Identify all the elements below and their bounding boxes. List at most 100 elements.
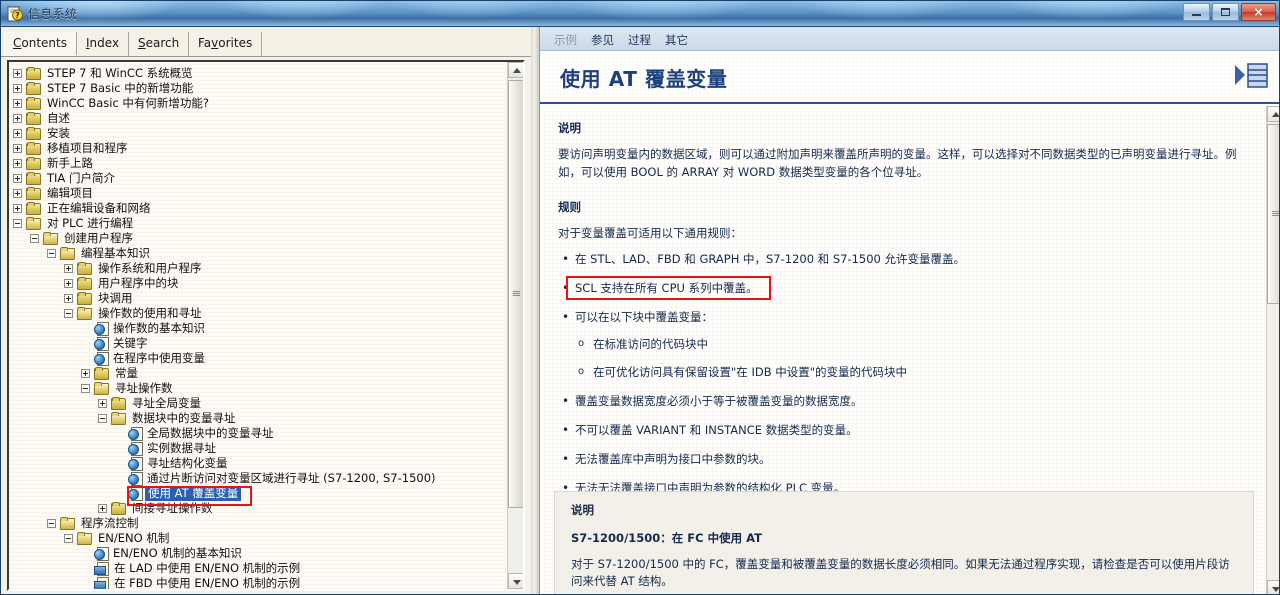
tab-index[interactable]: Index bbox=[77, 32, 130, 56]
close-button[interactable]: × bbox=[1241, 3, 1276, 21]
doc-scroll-down-button[interactable] bbox=[1267, 580, 1279, 594]
expand-node-icon[interactable] bbox=[13, 144, 22, 153]
tree-item[interactable]: 操作数的使用和寻址 bbox=[13, 306, 509, 321]
tree-item[interactable]: 自述 bbox=[13, 111, 509, 126]
tree-item[interactable]: 安装 bbox=[13, 126, 509, 141]
collapse-node-icon[interactable] bbox=[30, 234, 39, 243]
tree-item[interactable]: 操作数的基本知识 bbox=[13, 321, 509, 336]
tree-scroll-down-button[interactable] bbox=[508, 573, 523, 589]
tab-search[interactable]: Search bbox=[129, 32, 190, 56]
tree-item[interactable]: 寻址结构化变量 bbox=[13, 456, 509, 471]
tree-item[interactable]: 创建用户程序 bbox=[13, 231, 509, 246]
tree-item[interactable]: 程序流控制 bbox=[13, 516, 509, 531]
tree-item[interactable]: 数据块中的变量寻址 bbox=[13, 411, 509, 426]
tab-contents[interactable]: Contents bbox=[4, 32, 77, 56]
expand-node-icon[interactable] bbox=[64, 279, 73, 288]
doc-toolbar-link[interactable]: 示例 bbox=[554, 32, 577, 48]
tree-item[interactable]: 寻址操作数 bbox=[13, 381, 509, 396]
rule-item: 可以在以下块中覆盖变量： 在标准访问的代码块中在可优化访问具有保留设置"在 IDB… bbox=[558, 308, 1240, 382]
tree-item[interactable]: 间接寻址操作数 bbox=[13, 501, 509, 516]
tree-item[interactable]: 正在编辑设备和网络 bbox=[13, 201, 509, 216]
tree-item[interactable]: 全局数据块中的变量寻址 bbox=[13, 426, 509, 441]
tree-item[interactable]: WinCC Basic 中有何新增功能? bbox=[13, 96, 509, 111]
collapse-node-icon[interactable] bbox=[47, 519, 56, 528]
maximize-button[interactable] bbox=[1212, 3, 1239, 21]
expand-node-icon[interactable] bbox=[13, 114, 22, 123]
doc-scrollbar-thumb[interactable] bbox=[1267, 124, 1279, 304]
collapse-node-icon[interactable] bbox=[81, 384, 90, 393]
tree-item[interactable]: 新手上路 bbox=[13, 156, 509, 171]
tree-item-label: 实例数据寻址 bbox=[147, 441, 216, 455]
collapse-node-icon[interactable] bbox=[47, 249, 56, 258]
tree-item[interactable]: 在 FBD 中使用 EN/ENO 机制的示例 bbox=[13, 576, 509, 589]
tree-item[interactable]: 寻址全局变量 bbox=[13, 396, 509, 411]
topic-icon bbox=[128, 472, 143, 486]
doc-toolbar-link[interactable]: 参见 bbox=[591, 32, 614, 48]
tree-item[interactable]: 用户程序中的块 bbox=[13, 276, 509, 291]
collapse-node-icon[interactable] bbox=[64, 309, 73, 318]
svg-text:?: ? bbox=[15, 11, 20, 20]
collapse-node-icon[interactable] bbox=[64, 534, 73, 543]
tree-item[interactable]: 在 LAD 中使用 EN/ENO 机制的示例 bbox=[13, 561, 509, 576]
scrollbar-grip-icon bbox=[1272, 210, 1279, 218]
tree-item[interactable]: 编辑项目 bbox=[13, 186, 509, 201]
tree-scroll-up-button[interactable] bbox=[508, 62, 523, 78]
expand-node-icon[interactable] bbox=[13, 159, 22, 168]
tree-vertical-scrollbar[interactable] bbox=[507, 62, 523, 589]
expand-node-icon[interactable] bbox=[13, 69, 22, 78]
expand-node-icon[interactable] bbox=[13, 99, 22, 108]
expand-node-icon[interactable] bbox=[13, 129, 22, 138]
tree-item[interactable]: STEP 7 和 WinCC 系统概览 bbox=[13, 66, 509, 81]
collapse-node-icon[interactable] bbox=[13, 219, 22, 228]
tree-item[interactable]: EN/ENO 机制的基本知识 bbox=[13, 546, 509, 561]
tree-item-label: TIA 门户简介 bbox=[47, 171, 115, 185]
expand-node-icon[interactable] bbox=[98, 504, 107, 513]
tree-item[interactable]: 移植项目和程序 bbox=[13, 141, 509, 156]
tree-item[interactable]: TIA 门户简介 bbox=[13, 171, 509, 186]
tree-scrollbar-thumb[interactable] bbox=[508, 80, 523, 508]
tree-item[interactable]: 块调用 bbox=[13, 291, 509, 306]
expand-node-icon[interactable] bbox=[81, 369, 90, 378]
tree-item[interactable]: STEP 7 Basic 中的新增功能 bbox=[13, 81, 509, 96]
contents-tree[interactable]: STEP 7 和 WinCC 系统概览 STEP 7 Basic 中的新增功能 Wi… bbox=[9, 62, 509, 589]
client-area: Contents Index Search Favorites STEP 7 和 Wi… bbox=[1, 27, 1279, 594]
rule-text: 可以在以下块中覆盖变量： bbox=[575, 309, 713, 324]
expand-node-icon[interactable] bbox=[98, 399, 107, 408]
doc-toolbar-link[interactable]: 其它 bbox=[665, 32, 688, 48]
window-title: 信息系统 bbox=[28, 7, 78, 21]
document-vertical-scrollbar[interactable] bbox=[1266, 106, 1279, 594]
topic-icon bbox=[128, 487, 143, 501]
tree-item[interactable]: 常量 bbox=[13, 366, 509, 381]
tree-item[interactable]: 编程基本知识 bbox=[13, 246, 509, 261]
document-body[interactable]: 说明 要访问声明变量内的数据区域，则可以通过附加声明来覆盖所声明的变量。这样，可… bbox=[540, 106, 1279, 594]
expand-node-icon[interactable] bbox=[13, 189, 22, 198]
tree-item[interactable]: 在程序中使用变量 bbox=[13, 351, 509, 366]
tree-item[interactable]: EN/ENO 机制 bbox=[13, 531, 509, 546]
tree-item-label: 程序流控制 bbox=[81, 516, 139, 530]
expand-node-icon[interactable] bbox=[64, 264, 73, 273]
tree-item-label: 寻址全局变量 bbox=[132, 396, 201, 410]
tree-item[interactable]: 通过片断访问对变量区域进行寻址 (S7-1200, S7-1500) bbox=[13, 471, 509, 486]
folder-icon bbox=[26, 81, 41, 95]
tree-item[interactable]: 关键字 bbox=[13, 336, 509, 351]
document-header: 使用 AT 覆盖变量 bbox=[540, 51, 1279, 104]
collapse-node-icon[interactable] bbox=[98, 414, 107, 423]
expand-node-icon[interactable] bbox=[13, 174, 22, 183]
pane-splitter[interactable] bbox=[531, 27, 539, 594]
note-callout: 说明 S7-1200/1500：在 FC 中使用 AT 对于 S7-1200/1… bbox=[554, 491, 1254, 594]
expand-node-icon[interactable] bbox=[13, 84, 22, 93]
tree-item[interactable]: 对 PLC 进行编程 bbox=[13, 216, 509, 231]
expand-node-icon[interactable] bbox=[13, 204, 22, 213]
expand-node-icon[interactable] bbox=[64, 294, 73, 303]
minimize-button[interactable] bbox=[1183, 3, 1210, 21]
doc-toolbar-link[interactable]: 过程 bbox=[628, 32, 651, 48]
doc-scroll-up-button[interactable] bbox=[1267, 106, 1279, 122]
tree-item[interactable]: 实例数据寻址 bbox=[13, 441, 509, 456]
tree-item-selected[interactable]: 使用 AT 覆盖变量 bbox=[13, 486, 509, 501]
rule-item: 不可以覆盖 VARIANT 和 INSTANCE 数据类型的变量。 bbox=[558, 421, 1240, 440]
tab-favorites[interactable]: Favorites bbox=[189, 32, 263, 56]
expand-list-icon[interactable] bbox=[1234, 61, 1268, 91]
tree-item[interactable]: 操作系统和用户程序 bbox=[13, 261, 509, 276]
